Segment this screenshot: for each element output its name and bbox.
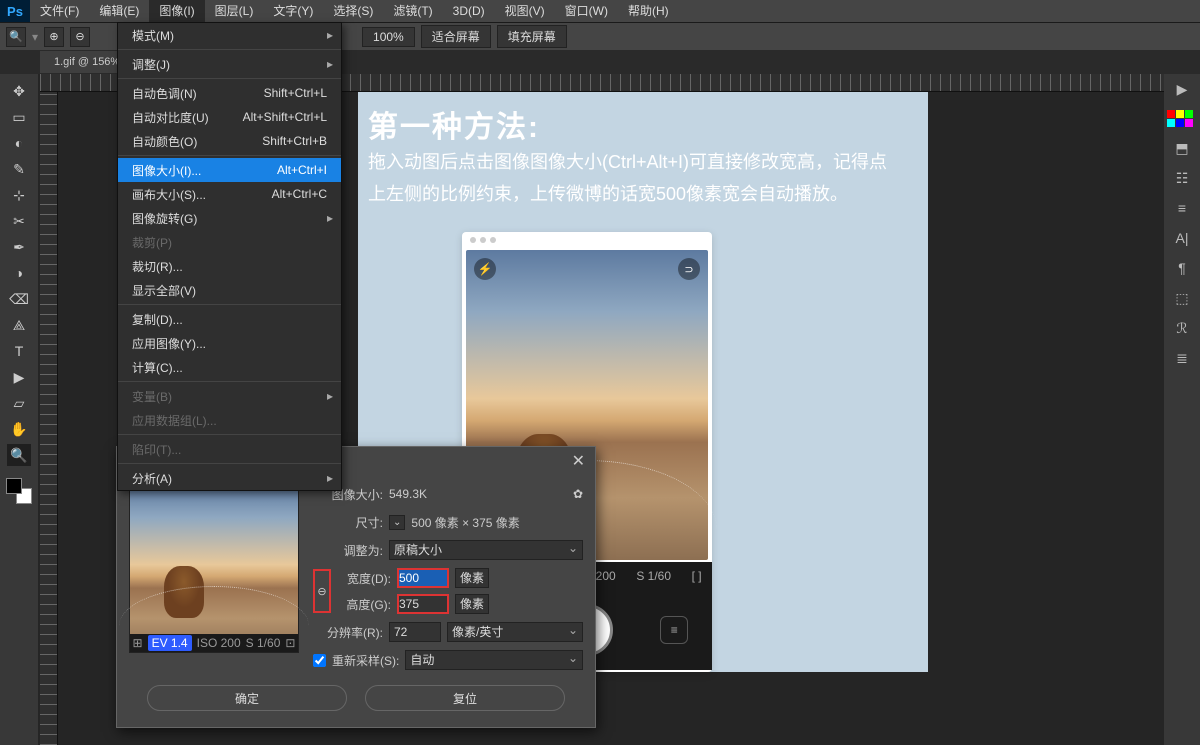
tools-panel: ✥ ▭ ◐ ✎ ⊹ ✂ ✒ ◑ ⌫ ⟁ T ▶ ▱ ✋ 🔍: [0, 74, 38, 745]
dim-value: 500 像素 × 375 像素: [411, 514, 519, 531]
image-menu-dropdown: 模式(M) 调整(J) 自动色调(N)Shift+Ctrl+L自动对比度(U)Alt…: [117, 22, 342, 491]
resolution-input[interactable]: [389, 622, 441, 642]
color-swatch[interactable]: [6, 478, 32, 504]
brush-tool[interactable]: ✒: [7, 236, 31, 258]
menu-item[interactable]: 调整(J): [118, 52, 341, 76]
menu-view[interactable]: 视图(V): [495, 0, 555, 22]
menu-item[interactable]: 自动对比度(U)Alt+Shift+Ctrl+L: [118, 105, 341, 129]
history-panel-icon[interactable]: ▶: [1169, 78, 1195, 100]
swatches-mini[interactable]: [1167, 110, 1197, 127]
zoom-tool[interactable]: 🔍: [7, 444, 31, 466]
shape-tool[interactable]: ▱: [7, 392, 31, 414]
fit-screen-button[interactable]: 适合屏幕: [421, 25, 491, 48]
menu-item[interactable]: 应用图像(Y)...: [118, 331, 341, 355]
menu-item[interactable]: 自动颜色(O)Shift+Ctrl+B: [118, 129, 341, 153]
crop-tool[interactable]: ⊹: [7, 184, 31, 206]
menu-item[interactable]: 裁切(R)...: [118, 254, 341, 278]
hand-tool[interactable]: ✋: [7, 418, 31, 440]
ruler-vertical: [40, 92, 58, 745]
menu-file[interactable]: 文件(F): [30, 0, 89, 22]
menu-help[interactable]: 帮助(H): [618, 0, 679, 22]
menu-edit[interactable]: 编辑(E): [89, 0, 149, 22]
fit-label: 调整为:: [313, 542, 383, 559]
resample-label: 重新采样(S):: [332, 652, 399, 669]
canvas-headline: 第一种方法:: [368, 102, 540, 146]
size-value: 549.3K: [389, 487, 427, 501]
height-input[interactable]: [397, 594, 449, 614]
menu-item[interactable]: 模式(M): [118, 23, 341, 47]
zoom-in-icon[interactable]: ⊕: [44, 27, 64, 47]
zoom-out-icon[interactable]: ⊖: [70, 27, 90, 47]
menu-item: 陷印(T)...: [118, 437, 341, 461]
menu-item[interactable]: 显示全部(V): [118, 278, 341, 302]
path-tool[interactable]: ▶: [7, 366, 31, 388]
fill-screen-button[interactable]: 填充屏幕: [497, 25, 567, 48]
clone-tool[interactable]: ◑: [7, 262, 31, 284]
menu-select[interactable]: 选择(S): [323, 0, 383, 22]
lasso-tool[interactable]: ◐: [7, 132, 31, 154]
filter-icon: ⊃: [678, 258, 700, 280]
menu-image[interactable]: 图像(I): [149, 0, 204, 22]
close-icon[interactable]: ✕: [572, 451, 585, 471]
panel-icon-6[interactable]: ⬚: [1169, 287, 1195, 309]
flash-icon: ⚡: [474, 258, 496, 280]
reset-button[interactable]: 复位: [365, 685, 565, 711]
focus-icon: [ ]: [692, 569, 702, 583]
gear-icon[interactable]: ✿: [573, 487, 583, 501]
menu-item[interactable]: 复制(D)...: [118, 307, 341, 331]
panels-dock: ▶ ⬒ ☷ ≡ A| ¶ ⬚ ℛ ≣: [1164, 74, 1200, 745]
res-label: 分辨率(R):: [313, 624, 383, 641]
dialog-preview: ⊞EV 1.4ISO 200S 1/60⊡: [129, 483, 299, 653]
res-unit-select[interactable]: 像素/英寸: [447, 622, 583, 642]
resample-select[interactable]: 自动: [405, 650, 583, 670]
menu-layer[interactable]: 图层(L): [205, 0, 264, 22]
menu-item[interactable]: 分析(A): [118, 466, 341, 490]
menu-item[interactable]: 图像旋转(G): [118, 206, 341, 230]
panel-icon-3[interactable]: ≡: [1169, 197, 1195, 219]
gradient-tool[interactable]: ⟁: [7, 314, 31, 336]
panel-icon-2[interactable]: ☷: [1169, 167, 1195, 189]
glyphs-panel-icon[interactable]: ℛ: [1169, 317, 1195, 339]
dim-unit-toggle[interactable]: ⌄: [389, 515, 405, 530]
panel-icon-8[interactable]: ≣: [1169, 347, 1195, 369]
canvas-description: 拖入动图后点击图像图像大小(Ctrl+Alt+I)可直接修改宽高，记得点上左侧的…: [368, 146, 898, 210]
width-input[interactable]: [397, 568, 449, 588]
type-tool[interactable]: T: [7, 340, 31, 362]
dim-label: 尺寸:: [313, 514, 383, 531]
menu-item[interactable]: 自动色调(N)Shift+Ctrl+L: [118, 81, 341, 105]
width-unit-select[interactable]: 像素: [455, 568, 489, 588]
character-panel-icon[interactable]: A|: [1169, 227, 1195, 249]
zoom-tool-icon[interactable]: 🔍: [6, 27, 26, 47]
height-label: 高度(G):: [337, 596, 391, 613]
fit-select[interactable]: 原稿大小: [389, 540, 583, 560]
width-label: 宽度(D):: [337, 570, 391, 587]
menu-item[interactable]: 画布大小(S)...Alt+Ctrl+C: [118, 182, 341, 206]
eyedropper-tool[interactable]: ✂: [7, 210, 31, 232]
eraser-tool[interactable]: ⌫: [7, 288, 31, 310]
menu-type[interactable]: 文字(Y): [263, 0, 323, 22]
move-tool[interactable]: ✥: [7, 80, 31, 102]
ok-button[interactable]: 确定: [147, 685, 347, 711]
app-logo: Ps: [0, 0, 30, 22]
menubar: Ps 文件(F) 编辑(E) 图像(I) 图层(L) 文字(Y) 选择(S) 滤…: [0, 0, 1200, 22]
menu-item[interactable]: 计算(C)...: [118, 355, 341, 379]
menu-item[interactable]: 图像大小(I)...Alt+Ctrl+I: [118, 158, 341, 182]
menu-3d[interactable]: 3D(D): [443, 0, 495, 22]
menu-filter[interactable]: 滤镜(T): [383, 0, 442, 22]
menu-item: 变量(B): [118, 384, 341, 408]
wand-tool[interactable]: ✎: [7, 158, 31, 180]
menu-window[interactable]: 窗口(W): [555, 0, 618, 22]
paragraph-panel-icon[interactable]: ¶: [1169, 257, 1195, 279]
menu-item: 裁剪(P): [118, 230, 341, 254]
marquee-tool[interactable]: ▭: [7, 106, 31, 128]
zoom-100-button[interactable]: 100%: [362, 27, 415, 47]
mode-icon: ≡: [660, 616, 688, 644]
constrain-chain-icon[interactable]: ⊖: [313, 569, 331, 613]
height-unit-select[interactable]: 像素: [455, 594, 489, 614]
resample-checkbox[interactable]: [313, 654, 326, 667]
panel-icon-1[interactable]: ⬒: [1169, 137, 1195, 159]
menu-item: 应用数据组(L)...: [118, 408, 341, 432]
